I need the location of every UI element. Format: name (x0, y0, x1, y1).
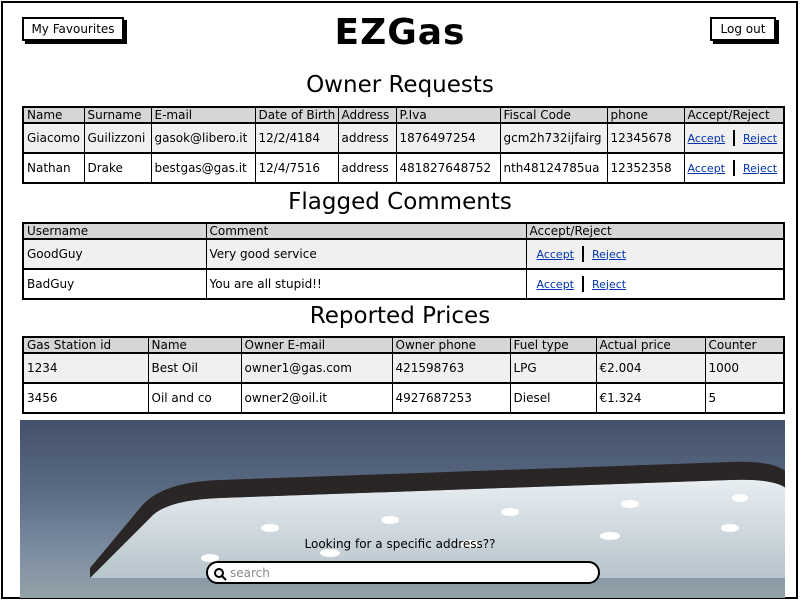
column-header: phone (606, 106, 685, 124)
accept-reject-cell: Accept Reject (683, 152, 785, 184)
logout-button[interactable]: Log out (710, 17, 776, 41)
column-header: Owner phone (391, 336, 511, 354)
column-header: Actual price (595, 336, 706, 354)
owner-surname: Guilizzoni (83, 122, 152, 154)
divider (582, 246, 584, 262)
table-row: BadGuy You are all stupid!! Accept Rejec… (22, 268, 785, 300)
station-name: Oil and co (147, 382, 242, 414)
owner-fiscal-code: nth48124785ua (499, 152, 608, 184)
column-header: Date of Birth (254, 106, 339, 124)
owner-piva: 481827648752 (395, 152, 501, 184)
column-header: Accept/Reject (683, 106, 785, 124)
accept-reject-cell: Accept Reject (525, 238, 785, 270)
table-row: Nathan Drake bestgas@gas.it 12/4/7516 ad… (22, 152, 785, 184)
owner-phone: 4927687253 (391, 382, 511, 414)
comment-text: You are all stupid!! (205, 268, 527, 300)
column-header: Name (147, 336, 242, 354)
reported-prices-table: Gas Station id Name Owner E-mail Owner p… (22, 336, 785, 414)
owner-email: gasok@libero.it (150, 122, 256, 154)
divider (733, 160, 735, 176)
accept-link[interactable]: Accept (537, 248, 575, 261)
actual-price: €2.004 (595, 352, 706, 384)
column-header: Username (22, 222, 207, 240)
fuel-type: LPG (509, 352, 597, 384)
actual-price: €1.324 (595, 382, 706, 414)
search-input[interactable] (230, 565, 590, 581)
reject-link[interactable]: Reject (592, 278, 626, 291)
accept-link[interactable]: Accept (688, 132, 726, 145)
owner-fiscal-code: gcm2h732ijfairg (499, 122, 608, 154)
search-bar[interactable] (206, 561, 600, 584)
comment-text: Very good service (205, 238, 527, 270)
owner-name: Giacomo (22, 122, 85, 154)
canopy-illustration (90, 461, 785, 578)
owner-phone: 12352358 (606, 152, 685, 184)
accept-reject-cell: Accept Reject (683, 122, 785, 154)
owner-phone: 421598763 (391, 352, 511, 384)
accept-link[interactable]: Accept (537, 278, 575, 291)
owner-requests-title: Owner Requests (306, 72, 494, 98)
app-title: EZGas (334, 12, 466, 53)
column-header: Name (22, 106, 85, 124)
owner-dob: 12/2/4184 (254, 122, 339, 154)
owner-email: owner2@oil.it (240, 382, 393, 414)
owner-surname: Drake (83, 152, 152, 184)
column-header: Owner E-mail (240, 336, 393, 354)
table-row: GoodGuy Very good service Accept Reject (22, 238, 785, 270)
owner-piva: 1876497254 (395, 122, 501, 154)
owner-address: address (337, 122, 397, 154)
column-header: Counter (704, 336, 785, 354)
comment-username: BadGuy (22, 268, 207, 300)
comment-username: GoodGuy (22, 238, 207, 270)
reject-link[interactable]: Reject (743, 162, 777, 175)
owner-email: owner1@gas.com (240, 352, 393, 384)
station-name: Best Oil (147, 352, 242, 384)
reject-link[interactable]: Reject (592, 248, 626, 261)
counter: 1000 (704, 352, 785, 384)
divider (582, 276, 584, 292)
station-id: 3456 (22, 382, 149, 414)
station-id: 1234 (22, 352, 149, 384)
counter: 5 (704, 382, 785, 414)
accept-reject-cell: Accept Reject (525, 268, 785, 300)
column-header: Address (337, 106, 397, 124)
search-prompt-text: Looking for a specific address?? (304, 537, 496, 551)
table-header-row: Name Surname E-mail Date of Birth Addres… (22, 106, 785, 124)
column-header: Comment (205, 222, 527, 240)
reject-link[interactable]: Reject (743, 132, 777, 145)
owner-name: Nathan (22, 152, 85, 184)
column-header: Accept/Reject (525, 222, 785, 240)
accept-link[interactable]: Accept (688, 162, 726, 175)
flagged-comments-title: Flagged Comments (288, 189, 512, 215)
search-icon (214, 568, 227, 581)
column-header: Fiscal Code (499, 106, 608, 124)
reported-prices-title: Reported Prices (309, 303, 491, 329)
fuel-type: Diesel (509, 382, 597, 414)
table-row: 1234 Best Oil owner1@gas.com 421598763 L… (22, 352, 785, 384)
owner-requests-table: Name Surname E-mail Date of Birth Addres… (22, 106, 785, 184)
owner-address: address (337, 152, 397, 184)
flagged-comments-table: Username Comment Accept/Reject GoodGuy V… (22, 222, 785, 300)
column-header: P.Iva (395, 106, 501, 124)
divider (733, 130, 735, 146)
column-header: Fuel type (509, 336, 597, 354)
column-header: E-mail (150, 106, 256, 124)
table-header-row: Username Comment Accept/Reject (22, 222, 785, 240)
column-header: Gas Station id (22, 336, 149, 354)
owner-dob: 12/4/7516 (254, 152, 339, 184)
column-header: Surname (83, 106, 152, 124)
table-row: Giacomo Guilizzoni gasok@libero.it 12/2/… (22, 122, 785, 154)
owner-email: bestgas@gas.it (150, 152, 256, 184)
table-header-row: Gas Station id Name Owner E-mail Owner p… (22, 336, 785, 354)
table-row: 3456 Oil and co owner2@oil.it 4927687253… (22, 382, 785, 414)
owner-phone: 12345678 (606, 122, 685, 154)
